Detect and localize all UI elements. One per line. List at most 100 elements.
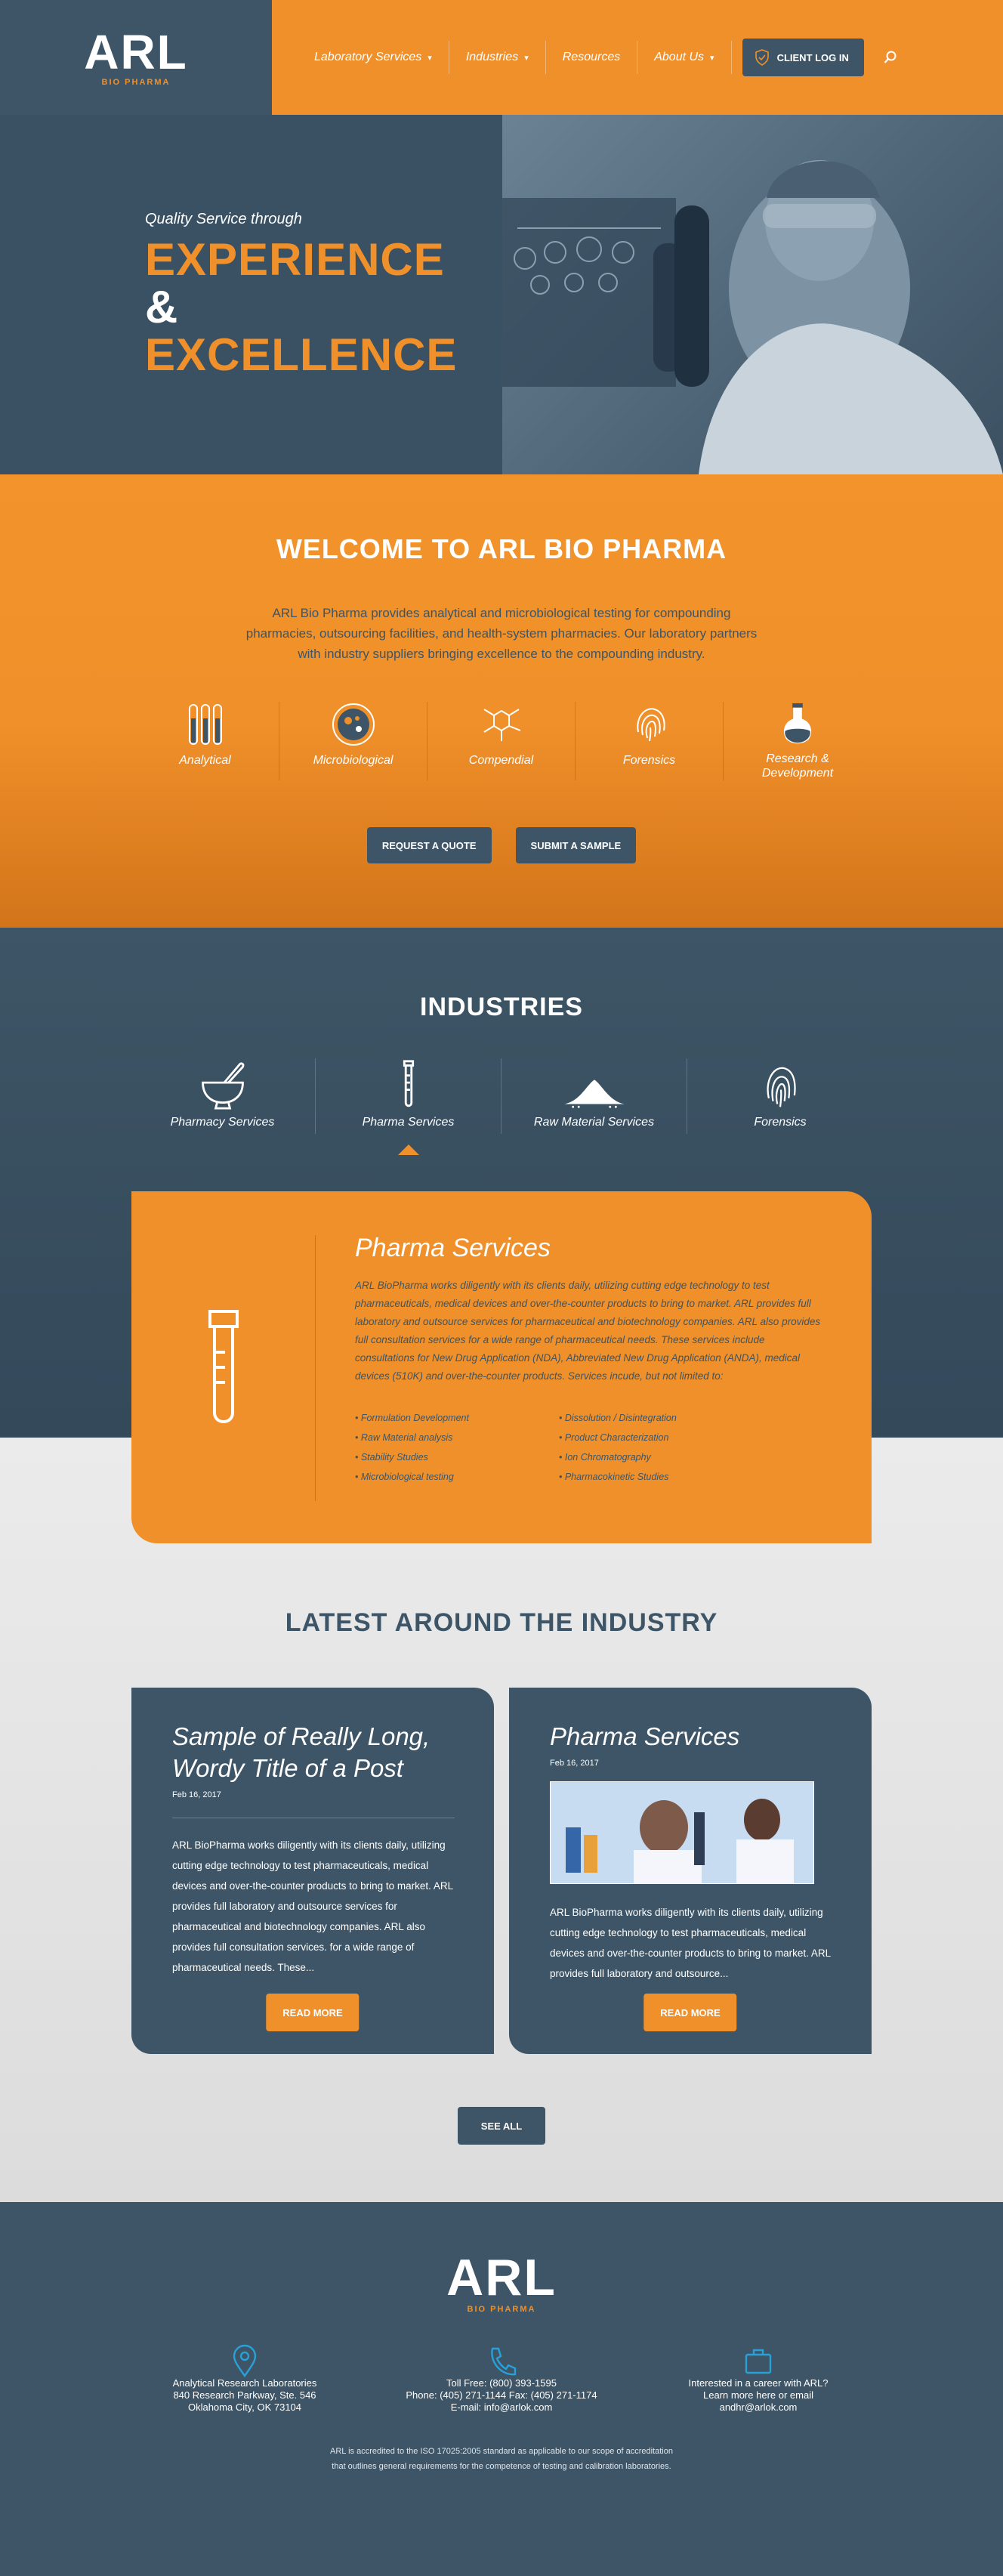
service-research-development[interactable]: Research & Development [724,702,872,780]
client-login-button[interactable]: CLIENT LOG IN [742,39,864,76]
service-label: Forensics [622,754,676,767]
list-item: • Stability Studies [355,1452,428,1463]
tab-raw-material-services[interactable]: Raw Material Services [501,1058,687,1134]
post-title[interactable]: Sample of Really Long, Wordy Title of a … [172,1721,455,1784]
accreditation-note: ARL is accredited to the ISO 17025:2005 … [0,2444,1003,2474]
briefcase-icon [745,2349,772,2374]
main-nav: Laboratory Services ▾ Industries ▾ Resourc… [272,0,1003,115]
post-cards: Sample of Really Long, Wordy Title of a … [0,1688,1003,2054]
list-item: • Raw Material analysis [355,1432,453,1443]
logo-mark: ARL [84,25,188,79]
post-image[interactable] [550,1781,814,1884]
tab-label: Raw Material Services [533,1116,655,1129]
request-quote-button[interactable]: REQUEST A QUOTE [366,827,492,863]
map-pin-icon [233,2344,257,2377]
nav-label: Laboratory Services [314,51,422,63]
see-all-button[interactable]: SEE ALL [458,2107,545,2145]
post-title[interactable]: Pharma Services [550,1721,832,1753]
client-login-label: CLIENT LOG IN [776,51,849,63]
hero-line-2: EXCELLENCE [145,329,458,380]
petri-dish-icon [332,703,375,746]
hero-line-1: EXPERIENCE [145,234,445,285]
service-label: Microbiological [313,754,393,767]
service-microbiological[interactable]: Microbiological [279,702,427,780]
nav-item-laboratory-services[interactable]: Laboratory Services ▾ [298,41,449,74]
logo-area: ARL BIO PHARMA [0,0,272,115]
career-link[interactable]: Learn more here or email [703,2389,813,2401]
address-line: Oklahoma City, OK 73104 [187,2401,302,2413]
service-label: Compendial [468,754,534,767]
shield-check-icon [755,49,769,66]
post-date: Feb 16, 2017 [550,1759,599,1768]
nav-label: Industries [465,51,519,63]
nav-label: Resources [562,51,621,63]
hero-lab-photo [502,115,1003,474]
service-forensics[interactable]: Forensics [576,702,724,780]
molecule-icon [483,709,520,741]
welcome-ctas: REQUEST A QUOTE SUBMIT A SAMPLE [0,827,1003,863]
nav-item-industries[interactable]: Industries ▾ [449,41,546,74]
test-tube-icon [208,1310,239,1423]
hero-pretitle: Quality Service through [145,211,302,227]
chevron-down-icon: ▾ [427,53,432,63]
service-label: Analytical [179,754,231,767]
service-lists: • Formulation Development • Raw Material… [355,1408,826,1487]
tab-pharma-services[interactable]: Pharma Services [316,1058,501,1155]
panel-body: Pharma Services ARL BioPharma works dili… [316,1191,872,1543]
footer-address: Analytical Research Laboratories 840 Res… [131,2344,358,2414]
list-item: • Dissolution / Disintegration [559,1413,677,1423]
tab-forensics[interactable]: Forensics [687,1058,873,1134]
search-icon[interactable] [884,51,897,64]
welcome-section: WELCOME TO ARL BIO PHARMA ARL Bio Pharma… [0,474,1003,928]
test-tube-icon [403,1060,414,1107]
logo-mark: ARL [446,2249,557,2306]
hero-text: Quality Service through EXPERIENCE & EXC… [0,115,502,474]
latest-section: LATEST AROUND THE INDUSTRY Sample of Rea… [0,1438,1003,2202]
list-item: • Product Characterization [559,1432,669,1443]
fingerprint-icon [636,708,665,742]
hero-ampersand: & [145,282,179,332]
service-list-right: • Dissolution / Disintegration • Product… [559,1408,763,1487]
list-item: • Ion Chromatography [559,1452,651,1463]
panel-description: ARL BioPharma works diligently with its … [355,1280,821,1382]
industry-detail-panel: Pharma Services ARL BioPharma works dili… [131,1191,872,1543]
read-more-button[interactable]: READ MORE [643,1994,737,2031]
flask-icon [783,703,812,744]
tab-label: Pharma Services [362,1116,455,1129]
page: ARL BIO PHARMA Laboratory Services ▾ Indu… [0,0,1003,2576]
service-analytical[interactable]: Analytical [131,702,279,780]
contact-email-link[interactable]: E-mail: info@arlok.com [451,2401,553,2414]
service-compendial[interactable]: Compendial [427,702,576,780]
fingerprint-icon [767,1067,796,1107]
industries-title: INDUSTRIES [420,993,583,1021]
post-excerpt: ARL BioPharma works diligently with its … [550,1907,831,1979]
site-header: ARL BIO PHARMA Laboratory Services ▾ Indu… [0,0,1003,115]
hero-headline: EXPERIENCE & EXCELLENCE [145,236,502,378]
nav-item-resources[interactable]: Resources [546,41,638,74]
service-list-left: • Formulation Development • Raw Material… [355,1408,559,1487]
mortar-pestle-icon [201,1062,244,1110]
tab-pharmacy-services[interactable]: Pharmacy Services [130,1058,316,1134]
list-item: • Microbiological testing [355,1472,454,1482]
test-tubes-icon [188,704,222,745]
logo[interactable]: ARL BIO PHARMA [84,28,188,87]
nav-item-about-us[interactable]: About Us ▾ [637,41,732,74]
submit-sample-button[interactable]: SUBMIT A SAMPLE [515,827,637,863]
welcome-title: WELCOME TO ARL BIO PHARMA [276,533,727,564]
footer-logo[interactable]: ARL BIO PHARMA [0,2252,1003,2314]
hero: Quality Service through EXPERIENCE & EXC… [0,115,1003,474]
chevron-down-icon: ▾ [524,53,529,63]
chevron-down-icon: ▾ [710,53,714,63]
nav-label: About Us [654,51,705,63]
logo-subtitle: BIO PHARMA [467,2305,536,2314]
powder-pile-icon [563,1080,625,1108]
read-more-button[interactable]: READ MORE [266,1994,360,2031]
list-item: • Pharmacokinetic Studies [559,1472,669,1482]
contact-line: Phone: (405) 271-1144 Fax: (405) 271-117… [406,2389,597,2401]
panel-title: Pharma Services [355,1234,551,1262]
career-email-link[interactable]: andhr@arlok.com [720,2401,798,2414]
note-line: ARL is accredited to the ISO 17025:2005 … [330,2447,673,2456]
welcome-body: ARL Bio Pharma provides analytical and m… [245,606,758,661]
post-excerpt: ARL BioPharma works diligently with its … [172,1839,453,1973]
footer-contact: Toll Free: (800) 393-1595 Phone: (405) 2… [388,2344,615,2414]
